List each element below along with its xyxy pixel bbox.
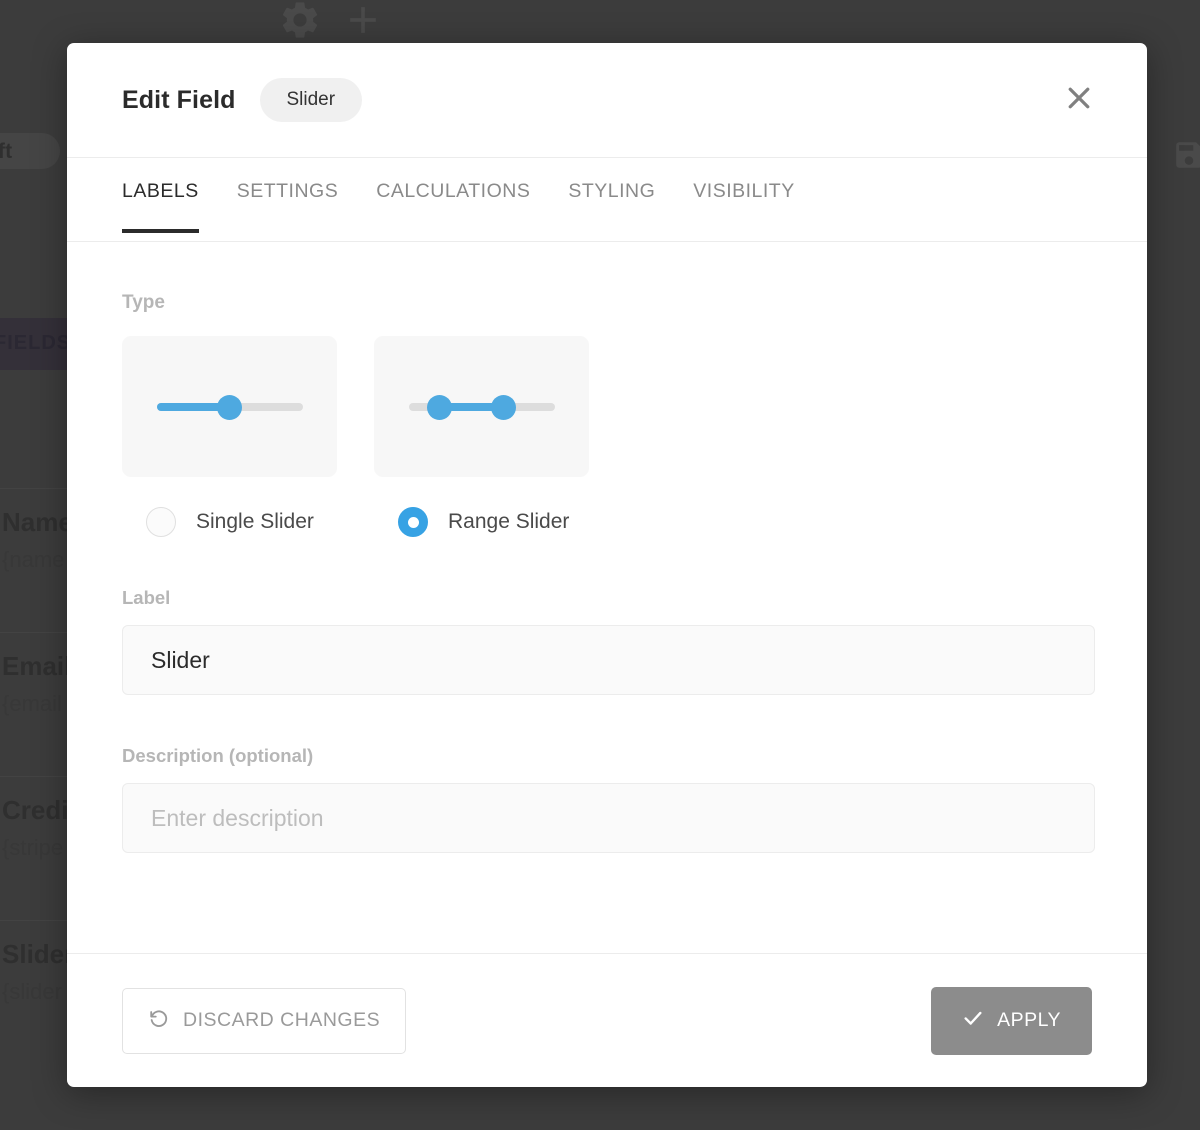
background-field-key: {name: [2, 547, 64, 573]
radio-indicator: [398, 507, 428, 537]
description-field-label: Description (optional): [122, 745, 1092, 767]
label-field-group: Label: [122, 587, 1092, 695]
radio-indicator: [146, 507, 176, 537]
description-field-group: Description (optional): [122, 745, 1092, 853]
page-title: Edit Field: [122, 86, 236, 115]
tab-settings[interactable]: SETTINGS: [237, 180, 339, 233]
tab-calculations[interactable]: CALCULATIONS: [376, 180, 530, 233]
type-section-label: Type: [122, 292, 1092, 314]
background-fields-label: FIELDS: [0, 332, 71, 355]
background-field-title: Credit: [2, 795, 77, 826]
range-slider-preview: [409, 392, 555, 422]
gear-icon[interactable]: [278, 0, 322, 47]
slider-thumb-low: [427, 395, 452, 420]
apply-label: APPLY: [997, 1009, 1061, 1032]
type-card-single-slider[interactable]: [122, 336, 337, 477]
slider-thumb-high: [491, 395, 516, 420]
single-slider-preview: [157, 392, 303, 422]
label-field-label: Label: [122, 587, 1092, 609]
background-field-title: Slider: [2, 939, 74, 970]
tab-labels[interactable]: LABELS: [122, 180, 199, 233]
close-button[interactable]: [1059, 80, 1099, 120]
label-input[interactable]: [122, 625, 1095, 695]
radio-label: Single Slider: [196, 510, 314, 534]
radio-label: Range Slider: [448, 510, 569, 534]
modal-tabs: LABELS SETTINGS CALCULATIONS STYLING VIS…: [67, 157, 1147, 242]
modal-body: Type: [67, 242, 1147, 953]
background-field-key: {stripe: [2, 835, 63, 861]
modal-header: Edit Field Slider: [67, 43, 1147, 157]
background-draft-label: aft: [0, 140, 12, 164]
edit-field-modal: Edit Field Slider LABELS SETTINGS CALCUL…: [67, 43, 1147, 1087]
apply-button[interactable]: APPLY: [931, 987, 1092, 1055]
description-input[interactable]: [122, 783, 1095, 853]
background-field-title: Email: [2, 651, 71, 682]
tab-visibility[interactable]: VISIBILITY: [693, 180, 794, 233]
radio-range-slider[interactable]: Range Slider: [374, 507, 626, 537]
slider-thumb: [217, 395, 242, 420]
radio-single-slider[interactable]: Single Slider: [122, 507, 374, 537]
tab-styling[interactable]: STYLING: [568, 180, 655, 233]
background-field-title: Name: [2, 507, 73, 538]
background-field-key: {slider: [2, 979, 62, 1005]
save-icon[interactable]: [1172, 138, 1200, 177]
type-card-range-slider[interactable]: [374, 336, 589, 477]
type-cards: [122, 336, 1092, 477]
field-type-badge: Slider: [260, 78, 363, 122]
discard-changes-label: DISCARD CHANGES: [183, 1009, 380, 1032]
discard-changes-button[interactable]: DISCARD CHANGES: [122, 988, 406, 1054]
close-icon: [1064, 83, 1094, 118]
background-field-key: {email: [2, 691, 62, 717]
undo-icon: [148, 1007, 170, 1035]
type-radio-group: Single Slider Range Slider: [122, 507, 1092, 537]
background-toolbar: [0, 0, 1200, 40]
modal-footer: DISCARD CHANGES APPLY: [67, 953, 1147, 1087]
plus-icon[interactable]: [341, 0, 385, 47]
check-icon: [962, 1007, 984, 1035]
